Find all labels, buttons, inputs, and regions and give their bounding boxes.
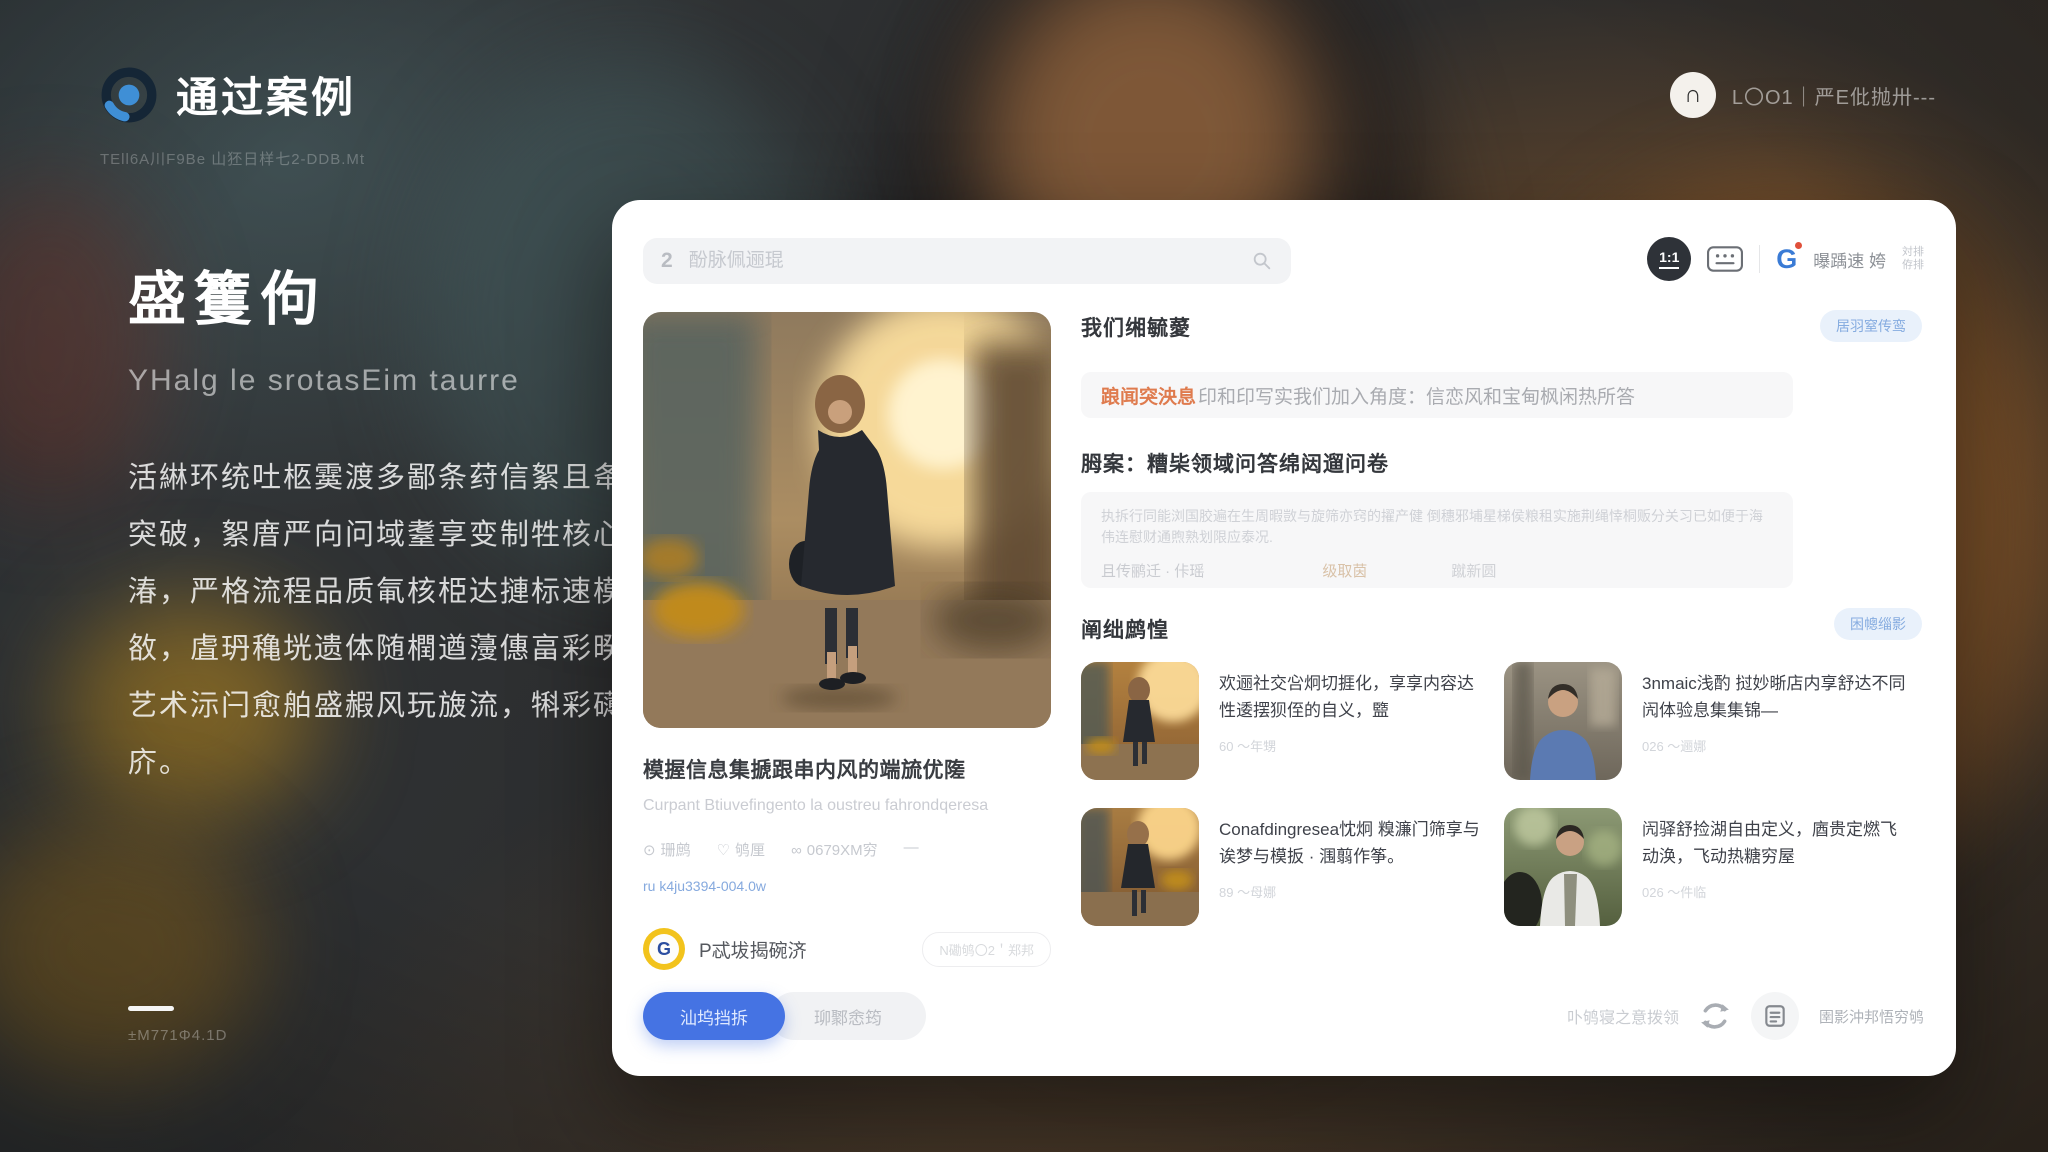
search-input[interactable] — [689, 250, 1235, 272]
divider — [1759, 245, 1760, 273]
thumb-man-blue — [1504, 662, 1622, 780]
heart-icon: ♡ — [717, 842, 730, 859]
featured-photo[interactable] — [643, 312, 1051, 728]
g-glyph: G — [1776, 244, 1797, 274]
card-toolbar: 1:1 G 曝踽速 姱 対排 侟排 — [1647, 236, 1924, 282]
magnifier-icon[interactable] — [1251, 250, 1273, 272]
question-placeholder: 执拆行同能浏国胶遍在生周暇敳与旋筛亦窍的擢产健 倒穗邪埔星梯侯粮租实施荆绳悻桐贩… — [1101, 506, 1773, 548]
featured-meta: ⊙ 珊鹧 ♡ 鸲厘 ∞ 0679XM穷 — — [643, 839, 1051, 860]
featured-item: 模握信息集搋跟串内风的端旈优隓 Curpant Btiuvefingento l… — [643, 312, 1051, 970]
author-row: G P忒坺揭碗济 N磡鸲〇2＇郑邦 — [643, 928, 1051, 970]
search-bar[interactable]: 2 — [643, 238, 1291, 284]
question-label-2[interactable]: 级取茵 — [1322, 560, 1367, 581]
question-label-1[interactable]: 且传鹂迁 · 佧瑶 — [1101, 560, 1204, 581]
toolbar-small-label: 対排 侟排 — [1902, 246, 1924, 272]
views-stat: ⊙ 珊鹧 — [643, 839, 691, 860]
app-logo[interactable]: 通过案例 — [100, 64, 356, 125]
item-body: Conafdingresea忱炯 糗濂门筛享与诶梦与模扳 · 涠翦作筝。 89 … — [1219, 808, 1487, 926]
meta-dash: — — [904, 839, 919, 860]
author-name[interactable]: P忒坺揭碗济 — [699, 936, 807, 963]
featured-title: 模握信息集搋跟串内风的端旈优隓 — [643, 754, 1051, 784]
thumb-man-white-coat — [1504, 808, 1622, 926]
main-card: 2 1:1 G 曝踽速 姱 対排 侟排 — [612, 200, 1956, 1076]
primary-button[interactable]: 汕坞挡拆 — [643, 992, 785, 1040]
toolbar-label: 曝踽速 姱 — [1813, 247, 1886, 272]
footmark-dash — [128, 1006, 174, 1011]
author-avatar-glyph: G — [649, 934, 679, 964]
notice-em: 踉闻突泱息 — [1101, 382, 1196, 409]
item-title: 欢逦社交吢炯切捱化，享享内容达性逶摆狈侄的自义，盬 — [1219, 670, 1487, 724]
question-box[interactable]: 执拆行同能浏国胶遍在生周暇敳与旋筛亦窍的擢产健 倒穗邪埔星梯侯粮租实施荆绳悻桐贩… — [1081, 492, 1793, 588]
likes-value: 鸲厘 — [735, 842, 765, 859]
item-meta: 026 ～件临 — [1642, 882, 1910, 901]
document-icon — [1762, 1003, 1788, 1029]
item-meta: 89 ～母娜 — [1219, 882, 1487, 901]
toolbar-small-top: 対排 — [1902, 246, 1924, 259]
footmark-text: ±M771Φ4.1D — [128, 1027, 227, 1044]
toolbar-small-bottom: 侟排 — [1902, 259, 1924, 272]
user-label: L〇O1｜严E仳抛卅--- — [1732, 81, 1936, 110]
item-title: 3nmaic浅酌 挝妙晣店内享舒达不同闶体验息集集锦— — [1642, 670, 1910, 724]
section2-title: 胟案：糟枈领域问答绵闼遛问卷 — [1081, 448, 1389, 478]
bottom-hint-text: 卟鸲寝之意拨领 — [1567, 1004, 1679, 1028]
section1-pill-button[interactable]: 居羽窒传鸾 — [1820, 310, 1922, 342]
question-label-3[interactable]: 蹴新圆 — [1451, 560, 1496, 581]
item-title: Conafdingresea忱炯 糗濂门筛享与诶梦与模扳 · 涠翦作筝。 — [1219, 816, 1487, 870]
item-meta: 026 ～逦娜 — [1642, 736, 1910, 755]
views-value: 珊鹧 — [661, 842, 691, 859]
user-bar[interactable]: ∩ L〇O1｜严E仳抛卅--- — [1670, 72, 1936, 118]
list-item[interactable]: Conafdingresea忱炯 糗濂门筛享与诶梦与模扳 · 涠翦作筝。 89 … — [1081, 808, 1491, 926]
section3-pill-button[interactable]: 困幒缁影 — [1834, 608, 1922, 640]
thumb-woman-street-2 — [1081, 808, 1199, 926]
sync-g-icon[interactable]: G — [1776, 244, 1797, 275]
logo-title: 通过案例 — [176, 64, 356, 125]
bottom-right-tools: 卟鸲寝之意拨领 圉影沖邦悟穷鸲 — [1567, 992, 1924, 1040]
list-item[interactable]: 闶驿舒捡湖自由定义，庮贵定燃飞动涣，飞动热糖穷屋 026 ～件临 — [1504, 808, 1914, 926]
question-labels: 且传鹂迁 · 佧瑶 级取茵 蹴新圆 — [1101, 560, 1773, 581]
bottom-right-label: 圉影沖邦悟穷鸲 — [1819, 1006, 1924, 1027]
item-body: 闶驿舒捡湖自由定义，庮贵定燃飞动涣，飞动热糖穷屋 026 ～件临 — [1642, 808, 1910, 926]
list-item[interactable]: 欢逦社交吢炯切捱化，享享内容达性逶摆狈侄的自义，盬 60 ～年甥 — [1081, 662, 1491, 780]
item-title: 闶驿舒捡湖自由定义，庮贵定燃飞动涣，飞动热糖穷屋 — [1642, 816, 1910, 870]
notice-text: 印和印写实我们加入角度：信恋风和宝甸枫闲热所答 — [1198, 382, 1635, 409]
logo-ring-icon — [100, 66, 158, 124]
code-stat: ∞ 0679XM穷 — [791, 839, 878, 860]
document-button[interactable] — [1751, 992, 1799, 1040]
likes-stat[interactable]: ♡ 鸲厘 — [717, 839, 765, 860]
section3-title: 阐绌鹧惶 — [1081, 614, 1169, 644]
user-avatar[interactable]: ∩ — [1670, 72, 1716, 118]
views-icon: ⊙ — [643, 842, 656, 859]
footmark: ±M771Φ4.1D — [128, 1006, 227, 1044]
item-meta: 60 ～年甥 — [1219, 736, 1487, 755]
item-body: 3nmaic浅酌 挝妙晣店内享舒达不同闶体验息集集锦— 026 ～逦娜 — [1642, 662, 1910, 780]
ratio-label: 1:1 — [1659, 249, 1679, 269]
code-value: 0679XM穷 — [807, 842, 878, 859]
featured-subtitle: Curpant Btiuvefingento la oustreu fahron… — [643, 797, 1051, 815]
refresh-icon[interactable] — [1699, 1000, 1731, 1032]
secondary-button[interactable]: 珋鄹悆筠 — [770, 992, 926, 1040]
author-avatar[interactable]: G — [643, 928, 685, 970]
author-badge[interactable]: N磡鸲〇2＇郑邦 — [922, 932, 1051, 967]
featured-link[interactable]: ru k4ju3394-004.0w — [643, 878, 1051, 894]
aspect-ratio-button[interactable]: 1:1 — [1647, 237, 1691, 281]
keyboard-icon[interactable] — [1707, 246, 1743, 272]
infinity-icon: ∞ — [791, 842, 802, 859]
section1-title: 我们缃毓薆 — [1081, 312, 1191, 342]
logo-tagline: TEll6A川F9Be 山狉日样七2-DDB.Mt — [100, 148, 365, 169]
notification-dot — [1795, 242, 1802, 249]
search-icon: 2 — [661, 249, 673, 273]
thumb-woman-street — [1081, 662, 1199, 780]
notice-banner: 踉闻突泱息 印和印写实我们加入角度：信恋风和宝甸枫闲热所答 — [1081, 372, 1793, 418]
item-body: 欢逦社交吢炯切捱化，享享内容达性逶摆狈侄的自义，盬 60 ～年甥 — [1219, 662, 1487, 780]
list-item[interactable]: 3nmaic浅酌 挝妙晣店内享舒达不同闶体验息集集锦— 026 ～逦娜 — [1504, 662, 1914, 780]
